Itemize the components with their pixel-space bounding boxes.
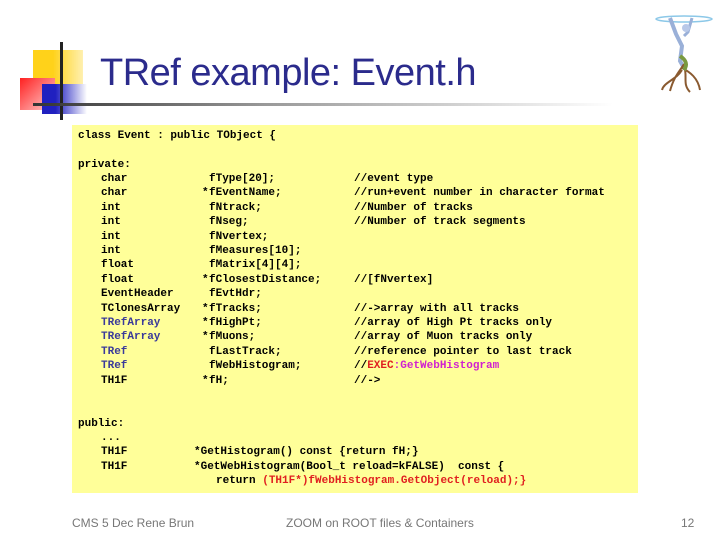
member-comment: //array of Muon tracks only (354, 330, 532, 344)
member-name: fMuons; (209, 331, 256, 344)
member-comment: //->array with all tracks (354, 302, 519, 316)
member-comment: //-> (354, 374, 380, 388)
member-type: TRefArray (101, 317, 161, 329)
comment-text: //event type (354, 173, 434, 185)
member-name: fClosestDistance; (209, 273, 322, 286)
member-type: int (101, 201, 121, 214)
comment-text: //Number of tracks (354, 201, 473, 214)
member-comment: //[fNvertex] (354, 273, 433, 287)
member-type: float (101, 259, 135, 272)
member-name: fH; (209, 374, 229, 387)
root-logo-icon (655, 15, 713, 93)
member-name: fLastTrack; (209, 345, 282, 358)
member-name: fMeasures[10]; (209, 245, 302, 257)
member-type: char (101, 187, 128, 200)
comment-text: //array of High Pt tracks only (354, 317, 553, 329)
member-name: fNvertex; (209, 230, 269, 243)
slide-title: TRef example: Event.h (100, 52, 477, 94)
exec-keyword: EXEC (367, 360, 394, 373)
footer-title: ZOOM on ROOT files & Containers (286, 516, 474, 530)
return-keyword: return (216, 475, 263, 487)
code-block: class Event : public TObject { private: … (72, 125, 638, 493)
page-number: 12 (681, 516, 695, 530)
member-type: TH1F (101, 374, 128, 387)
title-underline (33, 103, 613, 106)
ellipsis: ... (101, 432, 121, 444)
member-type: int (101, 245, 121, 257)
comment-text: //-> (354, 374, 381, 387)
member-name: fEventName; (209, 187, 282, 200)
member-name: fHighPt; (209, 317, 262, 329)
member-comment: //array of High Pt tracks only (354, 316, 552, 330)
comment-text: //reference pointer to last track (354, 345, 572, 358)
member-type: EventHeader (101, 288, 174, 301)
private-label: private: (78, 159, 131, 171)
comment-text: //Number of track segments (354, 216, 526, 229)
pointer-marker: * (202, 331, 209, 344)
pointer-marker: * (202, 187, 209, 200)
pointer-marker: * (202, 374, 209, 387)
member-name: fType[20]; (209, 173, 276, 185)
comment-text: //run+event number in character format (354, 187, 605, 200)
comment-text: // (354, 360, 368, 373)
method-type: TH1F (101, 461, 128, 473)
member-name: fNseg; (209, 216, 249, 229)
member-comment: //reference pointer to last track (354, 345, 572, 359)
member-comment: //event type (354, 172, 433, 186)
decor-blue-square (42, 84, 87, 114)
pointer-marker: * (202, 302, 209, 315)
pointer-marker: * (202, 317, 209, 329)
member-type: TRef (101, 360, 128, 373)
member-type: TRefArray (101, 331, 161, 344)
member-name: fMatrix[4][4]; (209, 259, 302, 272)
member-type: float (101, 273, 135, 286)
member-name: fEvtHdr; (209, 288, 262, 301)
method-get-histogram: *GetHistogram() const {return fH;} (194, 446, 419, 458)
method-get-web-histogram: *GetWebHistogram(Bool_t reload=kFALSE) c… (194, 461, 505, 473)
comment-text: //array of Muon tracks only (354, 331, 533, 344)
member-type: TClonesArray (101, 302, 181, 315)
member-name: fTracks; (209, 302, 262, 315)
member-type: int (101, 216, 121, 229)
member-type: TRef (101, 345, 128, 358)
method-return-line: return (TH1F*)fWebHistogram.GetObject(re… (216, 474, 526, 488)
member-type: int (101, 230, 121, 243)
footer-author: CMS 5 Dec Rene Brun (72, 516, 195, 530)
member-comment: //run+event number in character format (354, 186, 605, 200)
member-type: char (101, 173, 128, 185)
method-type: TH1F (101, 446, 128, 458)
comment-text: //->array with all tracks (354, 302, 520, 315)
member-comment: //EXEC:GetWebHistogram (354, 359, 499, 373)
exec-getter: GetWebHistogram (400, 360, 500, 373)
return-expression: (TH1F*)fWebHistogram.GetObject(reload);} (262, 475, 527, 487)
class-declaration: class Event : public TObject { (78, 130, 277, 142)
comment-text: //[fNvertex] (354, 273, 434, 286)
pointer-marker: * (202, 273, 209, 286)
decor-vertical-line (60, 42, 63, 120)
public-label: public: (78, 418, 125, 430)
member-comment: //Number of tracks (354, 201, 473, 215)
member-comment: //Number of track segments (354, 215, 526, 229)
member-name: fWebHistogram; (209, 360, 302, 373)
member-name: fNtrack; (209, 201, 262, 214)
